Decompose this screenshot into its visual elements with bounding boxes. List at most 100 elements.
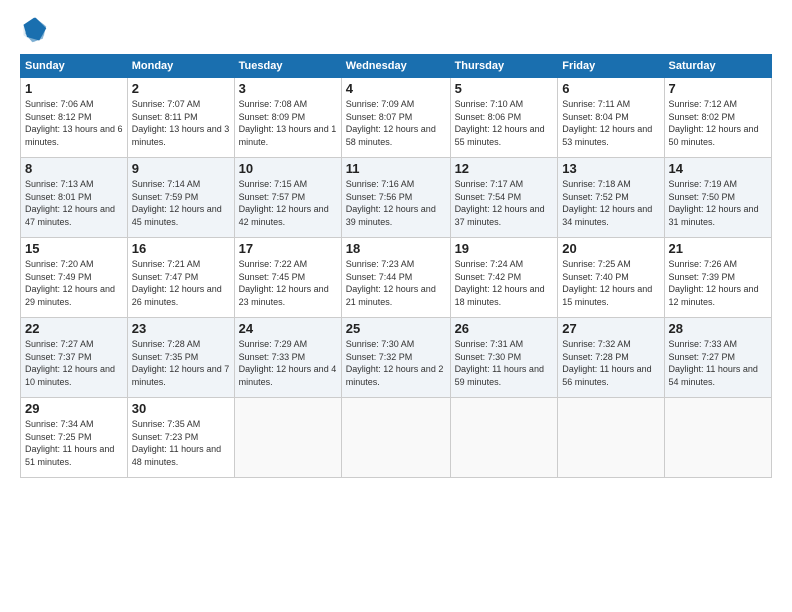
daylight-label: Daylight: 12 hours and 12 minutes. — [669, 284, 759, 307]
daylight-label: Daylight: 12 hours and 58 minutes. — [346, 124, 436, 147]
daylight-label: Daylight: 13 hours and 3 minutes. — [132, 124, 230, 147]
daylight-label: Daylight: 12 hours and 2 minutes. — [346, 364, 444, 387]
daylight-label: Daylight: 12 hours and 23 minutes. — [239, 284, 329, 307]
sunrise-label: Sunrise: 7:18 AM — [562, 179, 631, 189]
calendar-cell: 9 Sunrise: 7:14 AM Sunset: 7:59 PM Dayli… — [127, 158, 234, 238]
sunset-label: Sunset: 7:52 PM — [562, 192, 629, 202]
page: SundayMondayTuesdayWednesdayThursdayFrid… — [0, 0, 792, 612]
day-number: 1 — [25, 81, 123, 96]
daylight-label: Daylight: 13 hours and 1 minute. — [239, 124, 337, 147]
logo-icon — [20, 16, 48, 44]
daylight-label: Daylight: 12 hours and 42 minutes. — [239, 204, 329, 227]
calendar-cell: 30 Sunrise: 7:35 AM Sunset: 7:23 PM Dayl… — [127, 398, 234, 478]
day-info: Sunrise: 7:23 AM Sunset: 7:44 PM Dayligh… — [346, 258, 446, 308]
logo — [20, 16, 52, 44]
day-number: 22 — [25, 321, 123, 336]
day-info: Sunrise: 7:15 AM Sunset: 7:57 PM Dayligh… — [239, 178, 337, 228]
day-info: Sunrise: 7:31 AM Sunset: 7:30 PM Dayligh… — [455, 338, 554, 388]
sunrise-label: Sunrise: 7:25 AM — [562, 259, 631, 269]
day-number: 24 — [239, 321, 337, 336]
day-number: 17 — [239, 241, 337, 256]
daylight-label: Daylight: 11 hours and 48 minutes. — [132, 444, 221, 467]
daylight-label: Daylight: 12 hours and 31 minutes. — [669, 204, 759, 227]
sunset-label: Sunset: 7:59 PM — [132, 192, 199, 202]
day-number: 29 — [25, 401, 123, 416]
daylight-label: Daylight: 12 hours and 34 minutes. — [562, 204, 652, 227]
day-number: 2 — [132, 81, 230, 96]
sunset-label: Sunset: 7:35 PM — [132, 352, 199, 362]
calendar-header-monday: Monday — [127, 55, 234, 78]
calendar-cell: 25 Sunrise: 7:30 AM Sunset: 7:32 PM Dayl… — [341, 318, 450, 398]
day-number: 28 — [669, 321, 767, 336]
calendar-cell: 28 Sunrise: 7:33 AM Sunset: 7:27 PM Dayl… — [664, 318, 771, 398]
sunrise-label: Sunrise: 7:22 AM — [239, 259, 308, 269]
day-number: 21 — [669, 241, 767, 256]
day-info: Sunrise: 7:13 AM Sunset: 8:01 PM Dayligh… — [25, 178, 123, 228]
calendar-cell: 26 Sunrise: 7:31 AM Sunset: 7:30 PM Dayl… — [450, 318, 558, 398]
sunrise-label: Sunrise: 7:21 AM — [132, 259, 201, 269]
sunset-label: Sunset: 7:23 PM — [132, 432, 199, 442]
sunrise-label: Sunrise: 7:26 AM — [669, 259, 738, 269]
day-number: 9 — [132, 161, 230, 176]
day-number: 20 — [562, 241, 659, 256]
sunset-label: Sunset: 7:44 PM — [346, 272, 413, 282]
calendar-cell — [341, 398, 450, 478]
day-info: Sunrise: 7:32 AM Sunset: 7:28 PM Dayligh… — [562, 338, 659, 388]
daylight-label: Daylight: 12 hours and 26 minutes. — [132, 284, 222, 307]
day-number: 19 — [455, 241, 554, 256]
sunrise-label: Sunrise: 7:27 AM — [25, 339, 94, 349]
calendar-cell: 7 Sunrise: 7:12 AM Sunset: 8:02 PM Dayli… — [664, 78, 771, 158]
day-info: Sunrise: 7:12 AM Sunset: 8:02 PM Dayligh… — [669, 98, 767, 148]
day-info: Sunrise: 7:24 AM Sunset: 7:42 PM Dayligh… — [455, 258, 554, 308]
calendar-cell: 4 Sunrise: 7:09 AM Sunset: 8:07 PM Dayli… — [341, 78, 450, 158]
calendar-cell — [234, 398, 341, 478]
daylight-label: Daylight: 11 hours and 59 minutes. — [455, 364, 544, 387]
daylight-label: Daylight: 13 hours and 6 minutes. — [25, 124, 123, 147]
calendar-cell: 14 Sunrise: 7:19 AM Sunset: 7:50 PM Dayl… — [664, 158, 771, 238]
day-info: Sunrise: 7:26 AM Sunset: 7:39 PM Dayligh… — [669, 258, 767, 308]
day-info: Sunrise: 7:19 AM Sunset: 7:50 PM Dayligh… — [669, 178, 767, 228]
daylight-label: Daylight: 12 hours and 4 minutes. — [239, 364, 337, 387]
calendar-cell — [450, 398, 558, 478]
day-info: Sunrise: 7:11 AM Sunset: 8:04 PM Dayligh… — [562, 98, 659, 148]
calendar-cell — [664, 398, 771, 478]
sunrise-label: Sunrise: 7:33 AM — [669, 339, 738, 349]
day-info: Sunrise: 7:08 AM Sunset: 8:09 PM Dayligh… — [239, 98, 337, 148]
calendar-table: SundayMondayTuesdayWednesdayThursdayFrid… — [20, 54, 772, 478]
day-info: Sunrise: 7:22 AM Sunset: 7:45 PM Dayligh… — [239, 258, 337, 308]
day-info: Sunrise: 7:33 AM Sunset: 7:27 PM Dayligh… — [669, 338, 767, 388]
calendar-cell: 13 Sunrise: 7:18 AM Sunset: 7:52 PM Dayl… — [558, 158, 664, 238]
sunrise-label: Sunrise: 7:09 AM — [346, 99, 415, 109]
daylight-label: Daylight: 12 hours and 29 minutes. — [25, 284, 115, 307]
day-info: Sunrise: 7:34 AM Sunset: 7:25 PM Dayligh… — [25, 418, 123, 468]
calendar-cell: 16 Sunrise: 7:21 AM Sunset: 7:47 PM Dayl… — [127, 238, 234, 318]
calendar-header-friday: Friday — [558, 55, 664, 78]
sunset-label: Sunset: 8:04 PM — [562, 112, 629, 122]
sunrise-label: Sunrise: 7:10 AM — [455, 99, 524, 109]
day-number: 10 — [239, 161, 337, 176]
sunrise-label: Sunrise: 7:32 AM — [562, 339, 631, 349]
daylight-label: Daylight: 12 hours and 53 minutes. — [562, 124, 652, 147]
sunset-label: Sunset: 7:30 PM — [455, 352, 522, 362]
calendar-header-sunday: Sunday — [21, 55, 128, 78]
day-number: 23 — [132, 321, 230, 336]
calendar-week-3: 15 Sunrise: 7:20 AM Sunset: 7:49 PM Dayl… — [21, 238, 772, 318]
sunset-label: Sunset: 7:40 PM — [562, 272, 629, 282]
calendar-cell: 6 Sunrise: 7:11 AM Sunset: 8:04 PM Dayli… — [558, 78, 664, 158]
sunrise-label: Sunrise: 7:19 AM — [669, 179, 738, 189]
daylight-label: Daylight: 12 hours and 10 minutes. — [25, 364, 115, 387]
calendar-cell — [558, 398, 664, 478]
calendar-cell: 24 Sunrise: 7:29 AM Sunset: 7:33 PM Dayl… — [234, 318, 341, 398]
calendar-cell: 1 Sunrise: 7:06 AM Sunset: 8:12 PM Dayli… — [21, 78, 128, 158]
calendar-cell: 20 Sunrise: 7:25 AM Sunset: 7:40 PM Dayl… — [558, 238, 664, 318]
sunset-label: Sunset: 7:47 PM — [132, 272, 199, 282]
sunrise-label: Sunrise: 7:28 AM — [132, 339, 201, 349]
calendar-header-thursday: Thursday — [450, 55, 558, 78]
day-info: Sunrise: 7:27 AM Sunset: 7:37 PM Dayligh… — [25, 338, 123, 388]
day-number: 5 — [455, 81, 554, 96]
sunrise-label: Sunrise: 7:24 AM — [455, 259, 524, 269]
day-number: 18 — [346, 241, 446, 256]
sunset-label: Sunset: 7:57 PM — [239, 192, 306, 202]
calendar-week-5: 29 Sunrise: 7:34 AM Sunset: 7:25 PM Dayl… — [21, 398, 772, 478]
sunrise-label: Sunrise: 7:20 AM — [25, 259, 94, 269]
